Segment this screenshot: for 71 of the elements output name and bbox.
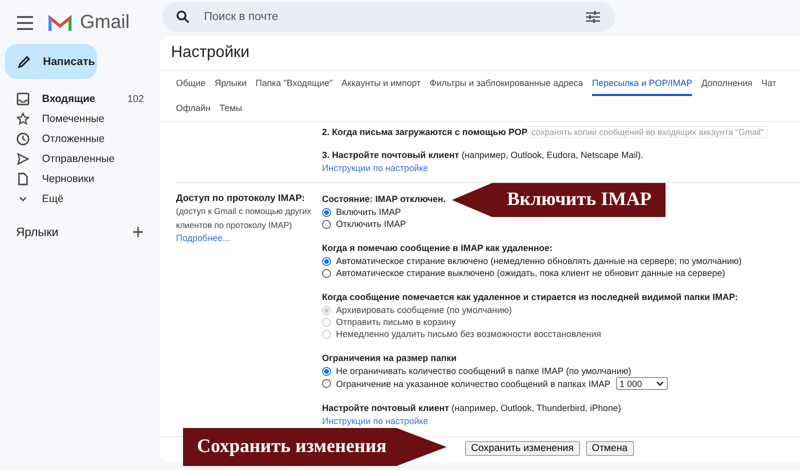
star-icon	[16, 112, 30, 126]
nav-item[interactable]: Черновики	[0, 169, 160, 189]
form-button[interactable]: Сохранить изменения	[465, 441, 580, 456]
unread-count: 102	[127, 94, 144, 104]
nav-item[interactable]: Отложенные	[0, 129, 160, 149]
plus-icon[interactable]	[132, 226, 144, 238]
radio-label: Немедленно удалить письмо без возможности восстановления	[336, 328, 602, 340]
radio-label: Архивировать сообщение (по умолчанию)	[336, 304, 512, 316]
settings-tab[interactable]: Папка "Входящие"	[255, 71, 333, 96]
settings-tab[interactable]: Общие	[176, 71, 206, 96]
radio-button[interactable]	[322, 268, 331, 278]
settings-tab[interactable]: Дополнения	[701, 71, 752, 96]
setup-instructions-link[interactable]: Инструкции по настройке	[322, 415, 428, 427]
pop-client-text: 3. Настройте почтовый клиент (например, Outlook, Eudora, Netscape Mail).	[322, 149, 644, 162]
radio-label: Отправить письмо в корзину	[336, 316, 456, 328]
menu-icon[interactable]	[16, 16, 34, 30]
radio-label: Ограничение на указанное количество сообщений в папках IMAP	[336, 378, 610, 390]
form-button[interactable]: Отмена	[586, 441, 634, 456]
nav-label: Отложенные	[42, 133, 106, 145]
radio-button[interactable]	[322, 366, 331, 376]
app-name: Gmail	[80, 12, 130, 34]
file-icon	[16, 172, 30, 186]
imap-section-note: (доступ к Gmail с помощью других клиентов по протоколу IMAP)	[176, 205, 312, 232]
nav-label: Помеченные	[42, 113, 106, 125]
search-input[interactable]: Поиск в почте	[202, 10, 573, 24]
setup-instructions-link[interactable]: Инструкции по настройке	[322, 162, 428, 174]
radio-button[interactable]	[322, 220, 331, 228]
option-group-title: Когда я помечаю сообщение в IMAP как удаленное:	[322, 242, 553, 255]
radio-button[interactable]	[322, 379, 331, 388]
search-field[interactable]: Поиск в почте	[162, 2, 615, 32]
nav-label: Черновики	[42, 173, 96, 185]
nav-label: Ещё	[42, 193, 64, 205]
envelope-logo-icon	[48, 14, 72, 32]
settings-tab[interactable]: Чат	[761, 71, 776, 96]
search-icon	[176, 10, 190, 24]
pop-step-label: 2. Когда письма загружаются с помощью POP	[322, 127, 528, 137]
client-setup-text: Настройте почтовый клиент (например, Outlook, Thunderbird, iPhone)	[322, 402, 622, 415]
pencil-icon	[17, 54, 31, 68]
labels-heading: Ярлыки	[16, 225, 59, 239]
radio-button[interactable]	[322, 208, 331, 216]
limit-dropdown[interactable]: 1 000	[616, 377, 668, 390]
inbox-icon	[16, 92, 30, 106]
settings-tab[interactable]: Ярлыки	[214, 71, 246, 96]
settings-tab[interactable]: Офлайн	[176, 96, 210, 121]
settings-tab[interactable]: Пересылка и POP/IMAP	[592, 71, 692, 96]
radio-label: Не ограничивать количество сообщений в папке IMAP (по умолчанию)	[336, 365, 632, 377]
settings-tab[interactable]: Темы	[219, 96, 242, 121]
imap-section-label: Доступ по протоколу IMAP:	[176, 193, 306, 204]
option-group-title: Когда сообщение помечается как удаленное и стирается из последней видимой папки IMAP:	[322, 291, 738, 304]
nav-item[interactable]: Ещё	[0, 189, 160, 209]
nav-item[interactable]: Помеченные	[0, 109, 160, 129]
filter-sliders-icon[interactable]	[585, 10, 601, 24]
radio-button[interactable]	[322, 256, 331, 266]
nav-item[interactable]: Входящие 102	[0, 89, 160, 109]
settings-tab[interactable]: Аккаунты и импорт	[342, 71, 421, 96]
chevron-down-icon	[656, 380, 664, 386]
nav-label: Отправленные	[42, 153, 116, 165]
radio-label: Автоматическое стирание выключено (ожидать, пока клиент не обновит данные на сервере)	[336, 267, 726, 279]
radio-label: Отключить IMAP	[336, 218, 406, 230]
radio-label: Включить IMAP	[336, 206, 401, 218]
option-group-title: Состояние: IMAP отключен.	[322, 193, 446, 206]
nav-item[interactable]: Отправленные	[0, 149, 160, 169]
clock-icon	[16, 132, 30, 146]
page-title: Настройки	[170, 43, 250, 63]
compose-button[interactable]: Написать	[5, 44, 97, 79]
settings-tab[interactable]: Фильтры и заблокированные адреса	[430, 71, 583, 96]
radio-label: Автоматическое стирание включено (немедленно обновлять данные на сервере; по умолчанию)	[336, 255, 742, 267]
send-icon	[16, 152, 30, 166]
learn-more-link[interactable]: Подробнее...	[176, 232, 230, 244]
nav-label: Входящие	[42, 93, 96, 105]
option-group-title: Ограничения на размер папки	[322, 352, 457, 365]
